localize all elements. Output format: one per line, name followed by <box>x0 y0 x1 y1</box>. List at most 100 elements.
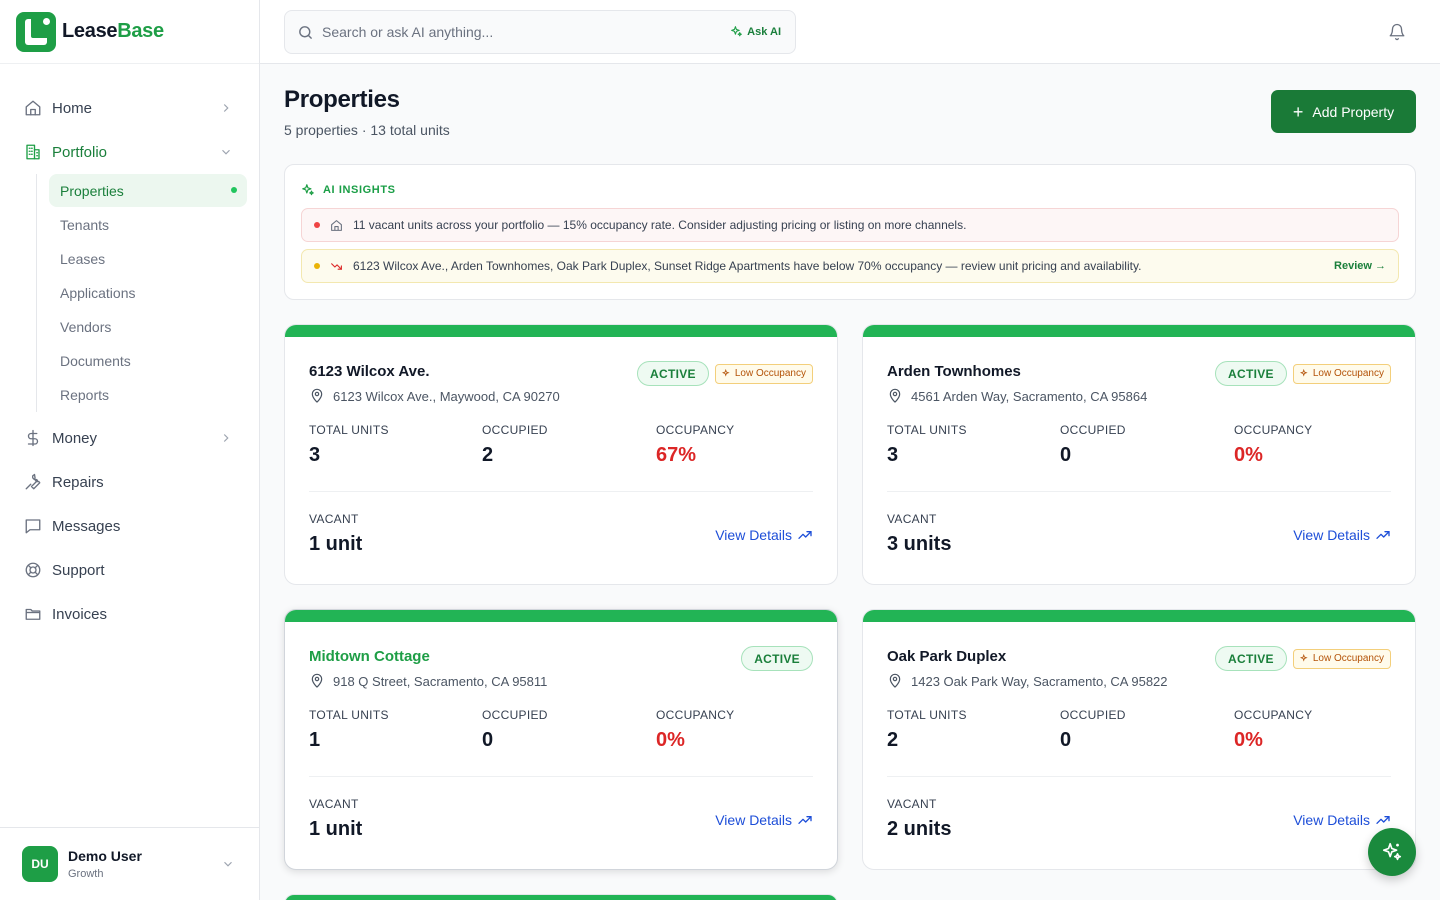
home-icon <box>330 219 343 232</box>
sidebar-item-label: Home <box>52 99 93 117</box>
sidebar-item-portfolio[interactable]: Portfolio <box>0 130 259 174</box>
folder-icon <box>24 605 42 623</box>
badges: ACTIVE Low Occupancy <box>1215 361 1391 386</box>
sidebar: LeaseBase Home Portfolio Properties Tena… <box>0 0 260 900</box>
stat-label: OCCUPANCY <box>1234 708 1313 722</box>
ai-assistant-button[interactable] <box>1368 828 1416 876</box>
stat-occupancy: OCCUPANCY 0% <box>1234 423 1313 467</box>
stat-label: OCCUPANCY <box>656 708 735 722</box>
trending-up-icon <box>1376 531 1390 539</box>
insight-text: 11 vacant units across your portfolio — … <box>353 218 967 232</box>
property-name[interactable]: Arden Townhomes <box>887 363 1021 380</box>
subnav-item-tenants[interactable]: Tenants <box>49 208 247 242</box>
ask-ai-button[interactable]: Ask AI <box>730 25 781 38</box>
red-dot-icon <box>314 222 320 228</box>
ask-ai-label: Ask AI <box>747 25 781 38</box>
view-details-link[interactable]: View Details <box>1293 527 1391 543</box>
view-details-link[interactable]: View Details <box>715 527 813 543</box>
divider <box>309 776 813 777</box>
property-card[interactable]: 6123 Wilcox Ave. 6123 Wilcox Ave., Maywo… <box>284 324 838 585</box>
view-details-label: View Details <box>1293 527 1370 543</box>
topbar: Ask AI <box>260 0 1440 64</box>
stat-vacant: VACANT 1 unit <box>309 797 362 841</box>
sidebar-item-messages[interactable]: Messages <box>0 504 259 548</box>
subnav-item-leases[interactable]: Leases <box>49 242 247 276</box>
status-badge: ACTIVE <box>1215 646 1287 671</box>
stat-label: VACANT <box>309 512 359 526</box>
view-details-link[interactable]: View Details <box>715 812 813 828</box>
add-property-button[interactable]: + Add Property <box>1271 90 1416 133</box>
property-card[interactable]: Midtown Cottage 918 Q Street, Sacramento… <box>284 609 838 870</box>
subnav-label: Vendors <box>60 319 112 335</box>
sparkles-icon <box>302 184 314 196</box>
stat-value: 3 <box>309 444 321 466</box>
low-occupancy-label: Low Occupancy <box>734 368 806 379</box>
chevron-right-icon <box>223 104 229 112</box>
brand-name: LeaseBase <box>62 20 164 43</box>
property-name[interactable]: Midtown Cottage <box>309 648 430 665</box>
subnav-label: Properties <box>60 182 124 199</box>
property-address: 1423 Oak Park Way, Sacramento, CA 95822 <box>887 673 1168 689</box>
stat-label: TOTAL UNITS <box>309 708 389 722</box>
stat-vacant: VACANT 3 units <box>887 512 951 556</box>
ai-insights-panel: AI INSIGHTS 11 vacant units across your … <box>284 164 1416 300</box>
subnav-item-vendors[interactable]: Vendors <box>49 310 247 344</box>
stat-value: 0% <box>1234 444 1263 466</box>
property-card-partial[interactable] <box>284 894 838 900</box>
status-badge: ACTIVE <box>1215 361 1287 386</box>
insight-text: 6123 Wilcox Ave., Arden Townhomes, Oak P… <box>353 259 1142 273</box>
portfolio-subnav: Properties Tenants Leases Applications V… <box>36 174 259 412</box>
sidebar-item-label: Support <box>52 561 105 579</box>
sidebar-item-label: Messages <box>52 517 121 535</box>
brand-name-part1: Lease <box>62 20 118 42</box>
low-occupancy-badge: Low Occupancy <box>1292 648 1391 669</box>
subnav-item-documents[interactable]: Documents <box>49 344 247 378</box>
map-pin-icon <box>889 388 901 403</box>
subnav-item-properties[interactable]: Properties <box>49 174 247 207</box>
user-name: Demo User <box>68 848 142 864</box>
property-address: 6123 Wilcox Ave., Maywood, CA 90270 <box>309 388 560 404</box>
sidebar-item-invoices[interactable]: Invoices <box>0 592 259 636</box>
lifebuoy-icon <box>24 561 42 579</box>
subnav-item-reports[interactable]: Reports <box>49 378 247 412</box>
stat-label: OCCUPIED <box>1060 423 1126 437</box>
card-accent-bar <box>285 610 837 622</box>
stat-occupied: OCCUPIED 0 <box>1060 423 1126 467</box>
address-text: 4561 Arden Way, Sacramento, CA 95864 <box>911 388 1148 404</box>
sidebar-item-home[interactable]: Home <box>0 86 259 130</box>
stat-label: OCCUPIED <box>482 423 548 437</box>
search-input[interactable] <box>322 24 702 40</box>
low-occupancy-badge: Low Occupancy <box>714 363 813 384</box>
user-menu[interactable]: DU Demo User Growth <box>0 827 259 900</box>
ai-insights-heading: AI INSIGHTS <box>301 183 396 197</box>
sparkles-icon <box>731 26 743 37</box>
property-card[interactable]: Oak Park Duplex 1423 Oak Park Way, Sacra… <box>862 609 1416 870</box>
sidebar-item-support[interactable]: Support <box>0 548 259 592</box>
bell-icon[interactable] <box>1388 23 1406 41</box>
view-details-label: View Details <box>715 812 792 828</box>
card-accent-bar <box>285 325 837 337</box>
sidebar-item-repairs[interactable]: Repairs <box>0 460 259 504</box>
view-details-link[interactable]: View Details <box>1293 812 1391 828</box>
property-card[interactable]: Arden Townhomes 4561 Arden Way, Sacramen… <box>862 324 1416 585</box>
brand[interactable]: LeaseBase <box>0 0 259 64</box>
address-text: 1423 Oak Park Way, Sacramento, CA 95822 <box>911 673 1168 689</box>
sidebar-item-money[interactable]: Money <box>0 416 259 460</box>
stat-label: TOTAL UNITS <box>309 423 389 437</box>
stat-value: 0 <box>1060 444 1072 466</box>
badges: ACTIVE Low Occupancy <box>637 361 813 386</box>
stat-value: 0 <box>1060 729 1072 751</box>
sidebar-item-label: Portfolio <box>52 143 108 161</box>
property-name[interactable]: 6123 Wilcox Ave. <box>309 363 429 380</box>
stat-label: OCCUPANCY <box>656 423 735 437</box>
view-details-label: View Details <box>715 527 792 543</box>
search-bar: Ask AI <box>284 10 796 54</box>
review-link[interactable]: Review → <box>1334 260 1386 272</box>
subnav-label: Leases <box>60 251 106 267</box>
stat-label: VACANT <box>309 797 359 811</box>
subnav-label: Applications <box>60 285 136 301</box>
yellow-dot-icon <box>314 263 320 269</box>
subnav-item-applications[interactable]: Applications <box>49 276 247 310</box>
stat-label: OCCUPIED <box>482 708 548 722</box>
property-name[interactable]: Oak Park Duplex <box>887 648 1006 665</box>
